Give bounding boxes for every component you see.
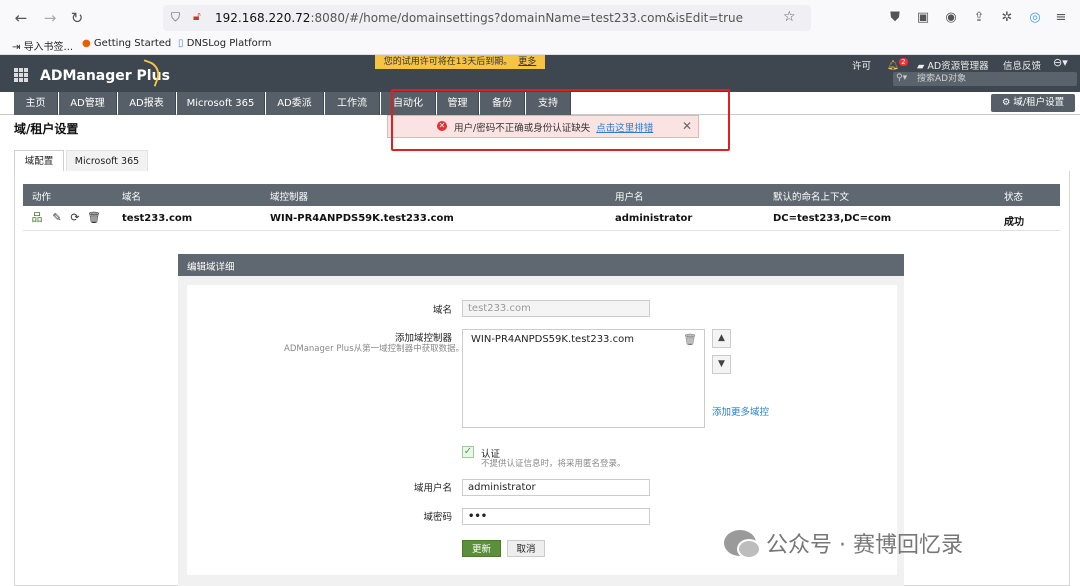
subtab-microsoft-365[interactable]: Microsoft 365 <box>66 150 148 171</box>
forward-arrow-icon[interactable]: → <box>41 9 59 27</box>
search-icon: ⚲▾ <box>896 73 908 83</box>
url-text: 192.168.220.72:8080/#/home/domainsetting… <box>215 11 743 25</box>
app-grid-icon[interactable] <box>14 68 28 82</box>
ad-explorer-label: AD资源管理器 <box>927 61 989 72</box>
password-label: 域密码 <box>423 512 452 523</box>
notification-count: 2 <box>899 58 908 66</box>
edit-form-title: 编辑域详细 <box>187 262 235 273</box>
user-menu-icon[interactable]: ⊖▾ <box>1053 56 1068 69</box>
auth-hint: 不提供认证信息时，将采用匿名登录。 <box>481 459 626 469</box>
bookmark-import-label: 导入书签... <box>23 42 74 53</box>
url-host: 192.168.220.72 <box>215 11 311 25</box>
share-icon[interactable]: ⇪ <box>970 9 988 27</box>
tab-microsoft-365[interactable]: Microsoft 365 <box>177 92 265 115</box>
tab-ad-management[interactable]: AD管理 <box>59 92 117 115</box>
edit-form-header: 编辑域详细 <box>178 254 904 276</box>
domain-name-field[interactable] <box>462 300 650 317</box>
tab-ad-delegation[interactable]: AD委派 <box>266 92 324 115</box>
firefox-icon: ● <box>82 38 91 49</box>
auth-checkbox[interactable]: ✓ <box>462 446 474 458</box>
col-dc: 域控制器 <box>270 192 309 203</box>
trial-text: 您的试用许可将在13天后到期。 <box>383 57 513 67</box>
dc-list-item[interactable]: WIN-PR4ANPDS59K.test233.com <box>471 334 634 345</box>
password-field[interactable] <box>462 508 650 525</box>
ad-explorer-link[interactable]: ▰ AD资源管理器 <box>917 58 989 72</box>
watermark-text: 公众号 · 赛博回忆录 <box>766 533 963 558</box>
watermark: 公众号 · 赛博回忆录 <box>724 527 963 561</box>
bookmark-getting-started[interactable]: ● Getting Started <box>82 38 171 49</box>
trash-icon[interactable]: 🗑︎ <box>683 333 697 346</box>
reload-icon[interactable]: ↻ <box>68 9 86 27</box>
col-action: 动作 <box>32 192 52 203</box>
feedback-link[interactable]: 信息反馈 <box>1003 58 1041 72</box>
domain-settings-label: 域/租户设置 <box>1013 97 1065 108</box>
bookmark-getting-started-label: Getting Started <box>93 38 172 49</box>
notification-bell[interactable]: 🔔︎ 2 <box>887 58 908 71</box>
cell-status: 成功 <box>1004 217 1024 228</box>
move-up-button[interactable]: ▲ <box>712 329 731 348</box>
menu-icon[interactable]: ≡ <box>1052 9 1070 27</box>
back-arrow-icon[interactable]: ← <box>12 9 30 27</box>
folder-icon: ▰ <box>917 61 925 72</box>
insecure-lock-icon: 🔓︎ <box>193 9 201 23</box>
gear-icon: ⚙ <box>1001 97 1011 108</box>
domain-settings-button[interactable]: ⚙ 域/租户设置 <box>991 94 1075 112</box>
extensions-icon[interactable]: ✲ <box>998 9 1016 27</box>
tab-workflow[interactable]: 工作流 <box>325 92 380 115</box>
sitemap-icon[interactable]: 品 <box>31 211 43 224</box>
move-down-button[interactable]: ▼ <box>712 355 731 374</box>
tab-ad-reports[interactable]: AD报表 <box>118 92 176 115</box>
firefox-sync-icon[interactable]: ◎ <box>1026 9 1044 27</box>
cancel-button[interactable]: 取消 <box>507 540 545 557</box>
tab-home[interactable]: 主页 <box>14 92 58 115</box>
refresh-icon[interactable]: ⟳ <box>69 211 81 224</box>
account-icon[interactable]: ◉ <box>942 9 960 27</box>
url-path: :8080/#/home/domainsettings?domainName=t… <box>310 11 744 25</box>
bookmark-dnslog-label: DNSLog Platform <box>186 38 272 49</box>
trial-banner: 您的试用许可将在13天后到期。 更多 <box>375 55 545 69</box>
search-box[interactable]: ⚲▾ <box>893 72 1077 86</box>
add-dc-hint: ADManager Plus从第一域控制器中获取数据。 <box>284 344 465 354</box>
pocket-icon[interactable]: ⛊ <box>886 9 904 27</box>
col-status: 状态 <box>1004 192 1024 203</box>
trash-icon[interactable]: 🗑︎ <box>87 211 101 224</box>
license-link[interactable]: 许可 <box>852 58 871 72</box>
bookmark-star-icon[interactable]: ☆ <box>783 9 796 25</box>
reader-icon[interactable]: ▣ <box>914 9 932 27</box>
col-naming-context: 默认的命名上下文 <box>773 192 850 203</box>
add-more-dc-link[interactable]: 添加更多域控 <box>712 404 769 418</box>
domain-label: 域名 <box>432 305 452 316</box>
username-label: 域用户名 <box>413 483 452 494</box>
page-icon: ▯ <box>178 38 184 49</box>
username-field[interactable] <box>462 479 650 496</box>
bookmark-dnslog[interactable]: ▯ DNSLog Platform <box>178 38 271 49</box>
trial-more-link[interactable]: 更多 <box>518 57 536 67</box>
highlight-box <box>391 89 730 151</box>
update-button[interactable]: 更新 <box>462 540 501 557</box>
table-header <box>23 184 1060 206</box>
col-username: 用户名 <box>615 192 644 203</box>
bookmark-import[interactable]: ⇥ 导入书签... <box>12 38 73 53</box>
url-bar[interactable]: ⛉ 🔓︎ 192.168.220.72:8080/#/home/domainse… <box>163 5 811 31</box>
subtab-domain-config[interactable]: 域配置 <box>14 150 64 172</box>
cell-domain: test233.com <box>122 213 193 224</box>
search-input[interactable] <box>917 73 1073 85</box>
bell-icon: 🔔︎ <box>887 60 900 72</box>
edit-icon[interactable]: ✎ <box>51 211 63 224</box>
cell-dc: WIN-PR4ANPDS59K.test233.com <box>270 213 454 224</box>
page-title: 域/租户设置 <box>14 122 79 136</box>
wechat-icon <box>724 530 761 559</box>
shield-icon: ⛉ <box>171 10 181 24</box>
cell-naming-context: DC=test233,DC=com <box>773 213 892 224</box>
col-domain: 域名 <box>122 192 142 203</box>
cell-username: administrator <box>615 213 693 224</box>
